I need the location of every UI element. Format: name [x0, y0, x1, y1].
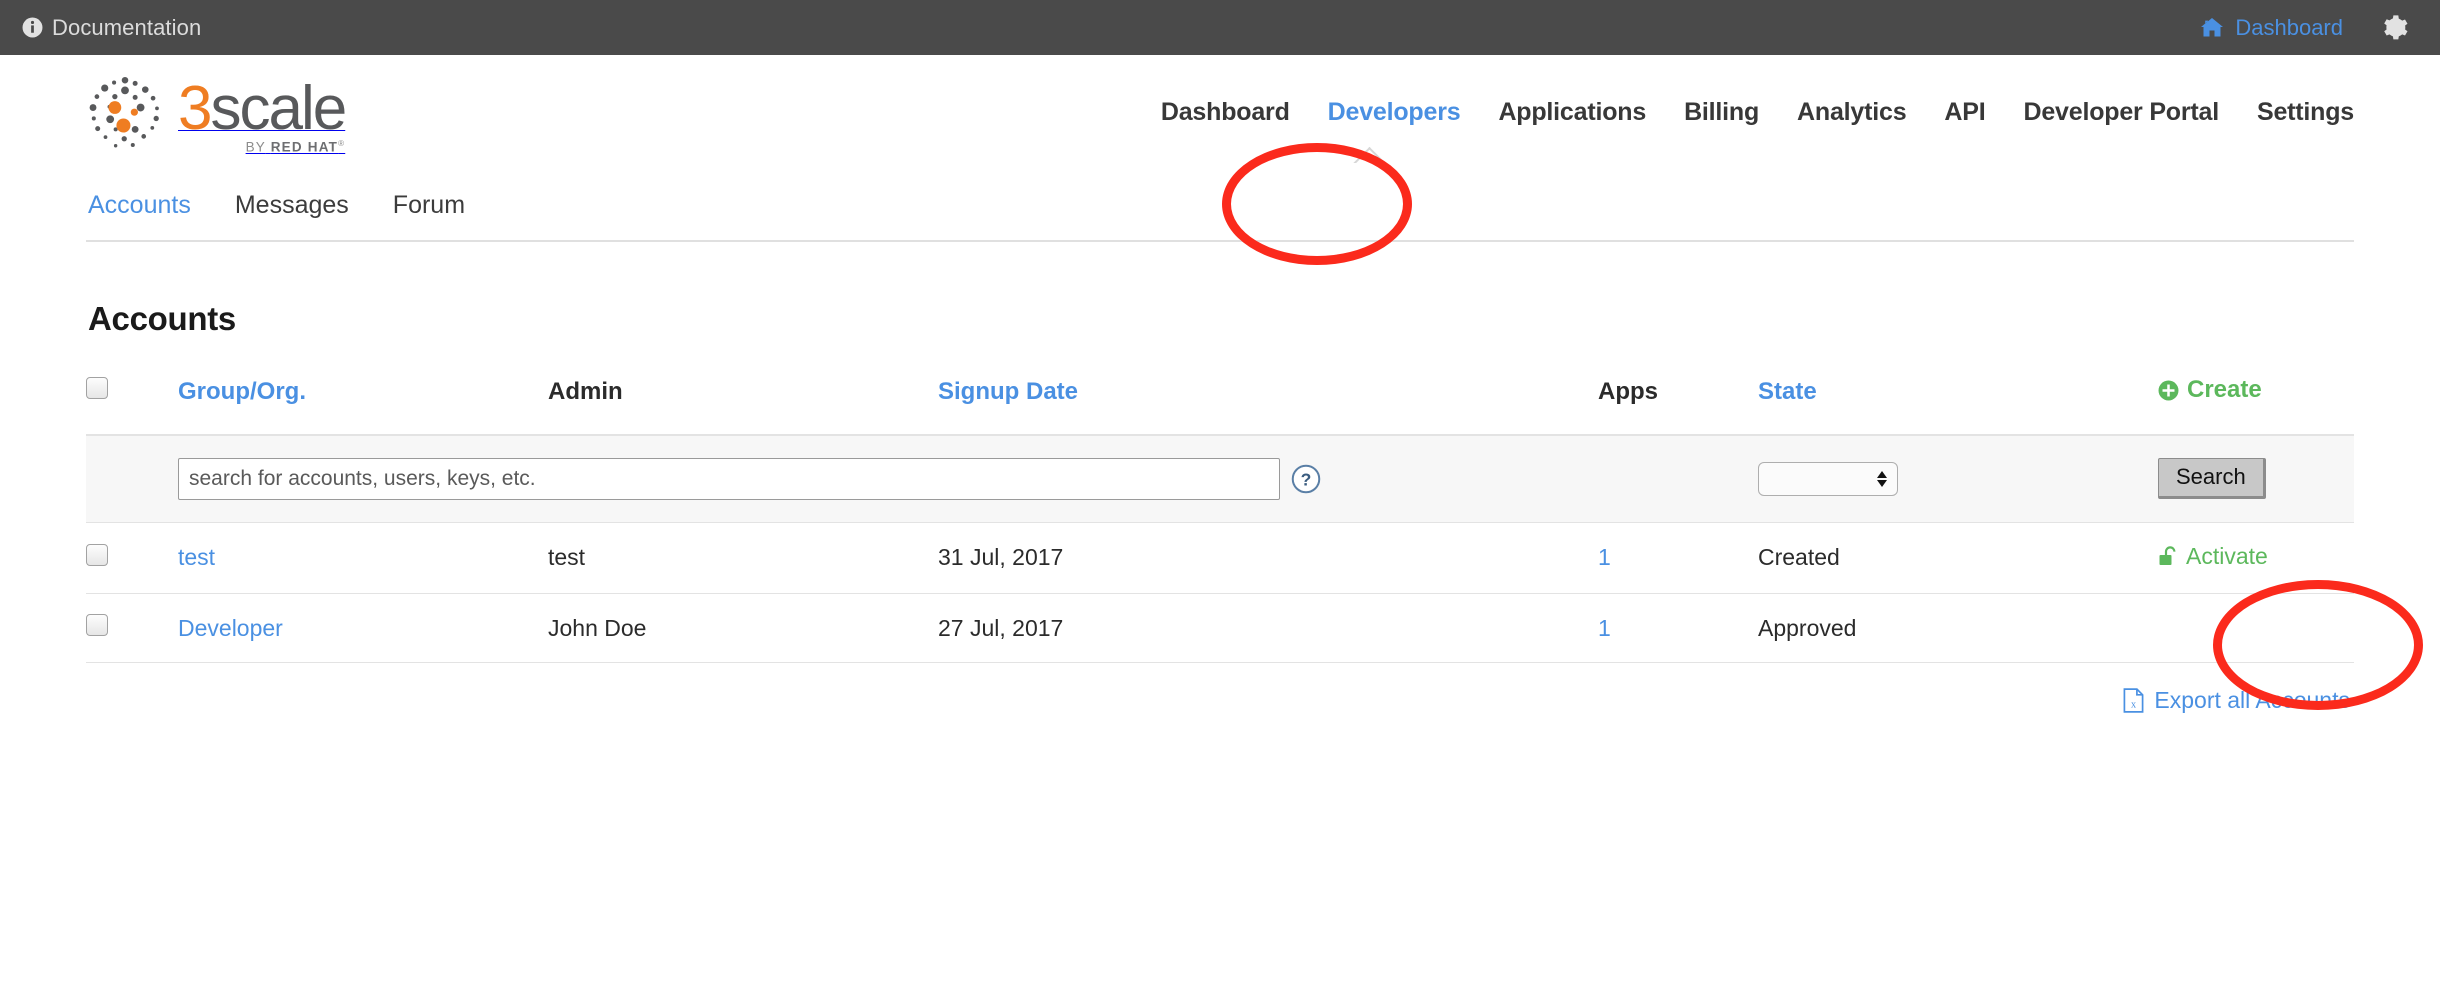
- svg-text:x: x: [2131, 699, 2136, 710]
- 3scale-logo[interactable]: 3scale BY RED HAT®: [86, 74, 347, 155]
- search-input-cell: ?: [178, 434, 1598, 523]
- sub-navigation: Accounts Messages Forum: [86, 170, 2354, 242]
- question-circle-icon[interactable]: ?: [1291, 464, 1321, 494]
- account-link[interactable]: test: [178, 544, 215, 570]
- dashboard-label: Dashboard: [2235, 14, 2343, 40]
- screen: Documentation Dashboard 3scale BY RED HA…: [0, 0, 2440, 996]
- accounts-table-head: Group/Org. Admin Signup Date Apps State: [86, 366, 2354, 436]
- logo-3-digit: 3: [178, 74, 213, 144]
- logo-by-text: BY: [245, 139, 266, 155]
- table-header-row: Group/Org. Admin Signup Date Apps State: [86, 366, 2354, 436]
- search-button[interactable]: Search: [2158, 458, 2266, 499]
- row-group-cell: Developer: [178, 593, 548, 663]
- row-select-cell: [86, 522, 178, 594]
- export-label: Export all Accounts: [2154, 687, 2350, 713]
- search-apps-spacer: [1598, 434, 1758, 523]
- export-all-accounts-button[interactable]: x Export all Accounts: [2123, 687, 2350, 714]
- row-select-cell: [86, 593, 178, 663]
- logo-trademark: ®: [338, 139, 346, 148]
- row-action-cell: [2158, 593, 2354, 663]
- row-signup-date-cell: 31 Jul, 2017: [938, 522, 1598, 594]
- apps-count-link[interactable]: 1: [1598, 615, 1611, 641]
- excel-file-icon: x: [2123, 688, 2144, 713]
- nav-item-dashboard[interactable]: Dashboard: [1161, 98, 1290, 127]
- active-nav-caret-icon: [1352, 145, 1386, 163]
- subnav-item-messages[interactable]: Messages: [235, 191, 349, 220]
- column-header-signup-date[interactable]: Signup Date: [938, 366, 1598, 436]
- search-filter-row: ?: [86, 434, 2354, 523]
- documentation-link[interactable]: Documentation: [22, 15, 201, 41]
- 3scale-dots-icon: [86, 74, 164, 152]
- admin-bar-actions: Dashboard: [2200, 14, 2408, 41]
- 3scale-wordmark: 3scale BY RED HAT®: [178, 78, 347, 155]
- create-label: Create: [2187, 376, 2262, 403]
- 3scale-text: 3scale: [178, 74, 347, 144]
- create-header: Create: [2158, 366, 2354, 436]
- row-state-cell: Created: [1758, 522, 2158, 594]
- row-action-cell: Activate: [2158, 522, 2354, 594]
- row-state-cell: Approved: [1758, 593, 2158, 663]
- nav-item-applications[interactable]: Applications: [1498, 98, 1646, 127]
- logo-scale-text: scale: [210, 74, 347, 144]
- nav-item-billing[interactable]: Billing: [1684, 98, 1759, 127]
- column-header-group[interactable]: Group/Org.: [178, 366, 548, 436]
- gear-icon[interactable]: [2381, 14, 2408, 41]
- plus-circle-icon: [2158, 380, 2179, 401]
- column-header-state[interactable]: State: [1758, 366, 2158, 436]
- nav-item-developer-portal[interactable]: Developer Portal: [2023, 98, 2219, 127]
- export-row: x Export all Accounts: [86, 687, 2354, 714]
- nav-item-developers[interactable]: Developers: [1328, 98, 1461, 127]
- documentation-label: Documentation: [52, 14, 202, 40]
- activate-button[interactable]: Activate: [2158, 543, 2268, 570]
- row-apps-cell: 1: [1598, 522, 1758, 594]
- row-admin-cell: test: [548, 522, 938, 594]
- page-body: 3scale BY RED HAT® Dashboard Developers …: [0, 55, 2440, 714]
- row-checkbox[interactable]: [86, 614, 108, 636]
- select-all-checkbox[interactable]: [86, 377, 108, 400]
- create-account-button[interactable]: Create: [2158, 376, 2262, 404]
- row-group-cell: test: [178, 522, 548, 594]
- column-header-admin: Admin: [548, 366, 938, 436]
- search-button-cell: Search: [2158, 434, 2354, 523]
- dashboard-link[interactable]: Dashboard: [2200, 15, 2343, 41]
- state-filter-cell: [1758, 434, 2158, 523]
- accounts-table: Group/Org. Admin Signup Date Apps State: [86, 366, 2354, 663]
- table-row: Developer John Doe 27 Jul, 2017 1 Approv…: [86, 593, 2354, 663]
- unlock-icon: [2158, 545, 2178, 567]
- search-input[interactable]: [178, 457, 1280, 500]
- subnav-item-accounts[interactable]: Accounts: [88, 191, 191, 220]
- search-row-spacer: [86, 434, 178, 523]
- subnav-item-forum[interactable]: Forum: [393, 191, 465, 220]
- svg-text:?: ?: [1301, 469, 1312, 489]
- page-title: Accounts: [88, 300, 236, 337]
- info-circle-icon: [22, 17, 43, 38]
- select-all-header: [86, 366, 178, 436]
- home-icon: [2200, 17, 2224, 38]
- row-checkbox[interactable]: [86, 543, 108, 566]
- row-apps-cell: 1: [1598, 593, 1758, 663]
- masthead: 3scale BY RED HAT® Dashboard Developers …: [86, 55, 2354, 170]
- nav-item-analytics[interactable]: Analytics: [1797, 98, 1907, 127]
- main-navigation: Dashboard Developers Applications Billin…: [1161, 98, 2354, 127]
- logo-redhat-text: RED HAT: [270, 139, 339, 155]
- table-row: test test 31 Jul, 2017 1 Created Activat…: [86, 522, 2354, 594]
- apps-count-link[interactable]: 1: [1598, 544, 1611, 570]
- row-admin-cell: John Doe: [548, 593, 938, 663]
- admin-top-bar: Documentation Dashboard: [0, 0, 2440, 55]
- account-link[interactable]: Developer: [178, 615, 283, 641]
- row-signup-date-cell: 27 Jul, 2017: [938, 593, 1598, 663]
- nav-item-api[interactable]: API: [1944, 98, 1985, 127]
- state-filter-select[interactable]: [1758, 461, 1898, 496]
- accounts-table-body: ?: [86, 434, 2354, 663]
- column-header-apps: Apps: [1598, 366, 1758, 436]
- activate-label: Activate: [2186, 542, 2268, 569]
- nav-item-settings[interactable]: Settings: [2257, 98, 2354, 127]
